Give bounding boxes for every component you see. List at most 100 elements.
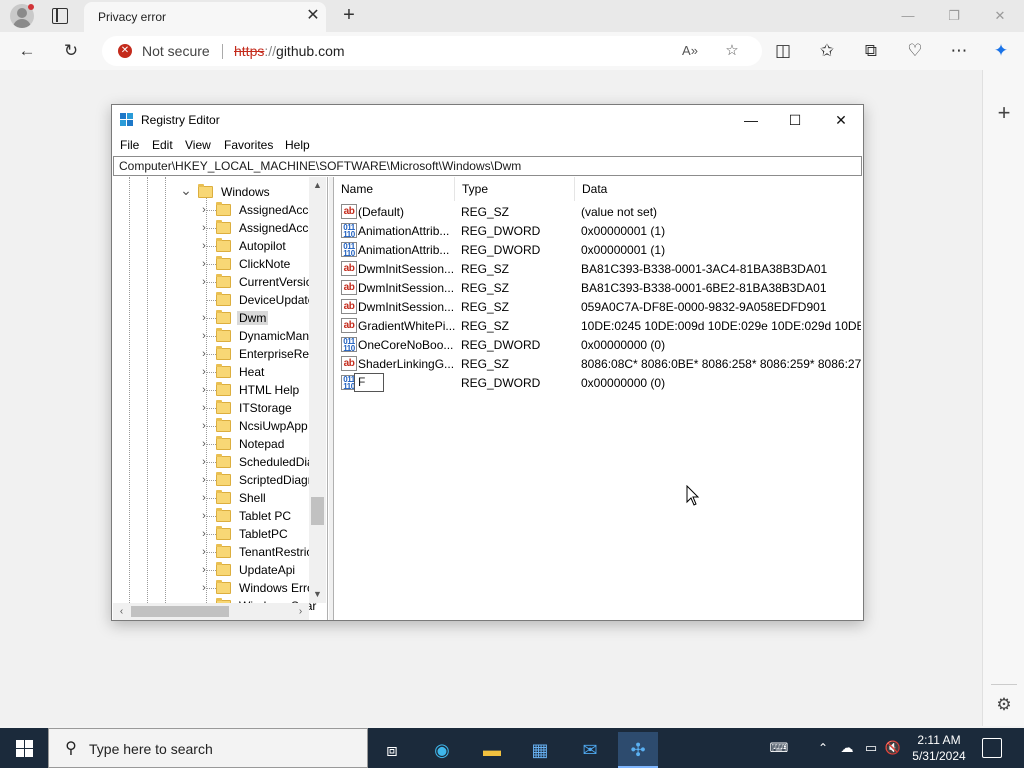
volume-muted-icon[interactable]: 🔇 xyxy=(884,738,902,758)
registry-address-bar[interactable]: Computer\HKEY_LOCAL_MACHINE\SOFTWARE\Mic… xyxy=(113,156,862,176)
rename-value-input[interactable]: F xyxy=(354,373,384,392)
chevron-right-icon[interactable]: › xyxy=(198,311,210,325)
keyboard-touch-icon[interactable]: ⌨ xyxy=(766,738,792,758)
registry-key-tree[interactable]: ⌄ Windows › AssignedAcce › AssignedAcce › Autop… xyxy=(113,177,328,620)
browser-essentials-icon[interactable]: ♡ xyxy=(904,40,926,62)
chevron-right-icon[interactable]: › xyxy=(198,383,210,397)
microsoft-store-icon[interactable]: ▦ xyxy=(520,732,560,768)
tree-vertical-scroll-thumb[interactable] xyxy=(311,497,324,525)
chevron-right-icon[interactable]: › xyxy=(198,527,210,541)
tree-node[interactable]: ⌄ Windows xyxy=(180,183,318,201)
chevron-right-icon[interactable]: › xyxy=(198,509,210,523)
split-screen-icon[interactable]: ◫ xyxy=(772,40,794,62)
chevron-right-icon[interactable]: › xyxy=(198,455,210,469)
chevron-right-icon[interactable]: › xyxy=(198,545,210,559)
chevron-right-icon[interactable]: › xyxy=(198,275,210,289)
table-row[interactable]: 011 110 AnimationAttrib... REG_DWORD 0x00000… xyxy=(334,240,863,259)
table-row[interactable]: 011 110 F REG_DWORD 0x00000000 (0) xyxy=(334,373,863,392)
sidebar-add-icon[interactable]: + xyxy=(993,102,1015,124)
value-type: REG_DWORD xyxy=(461,376,541,390)
file-explorer-icon[interactable]: ▬ xyxy=(472,732,512,768)
chevron-right-icon[interactable]: › xyxy=(198,401,210,415)
table-row[interactable]: ab ShaderLinkingG... REG_SZ 8086:08C* 8086:… xyxy=(334,354,863,373)
clock-date: 5/31/2024 xyxy=(912,749,966,763)
table-row[interactable]: ab (Default) REG_SZ (value not set) xyxy=(334,202,863,221)
column-header-data[interactable]: Data xyxy=(574,177,863,201)
restore-icon[interactable]: ❐ xyxy=(944,6,964,26)
chevron-right-icon[interactable]: › xyxy=(198,203,210,217)
tree-horizontal-scrollbar[interactable]: ‹ › xyxy=(113,603,309,620)
chevron-right-icon[interactable]: › xyxy=(198,473,210,487)
table-row[interactable]: ab GradientWhitePi... REG_SZ 10DE:0245 10DE… xyxy=(334,316,863,335)
collections-icon[interactable]: ⧉ xyxy=(860,40,882,62)
read-aloud-icon[interactable]: A» xyxy=(680,41,700,61)
column-header-type[interactable]: Type xyxy=(454,177,574,201)
value-name: DwmInitSession... xyxy=(358,281,455,295)
menu-file[interactable]: File xyxy=(120,138,139,152)
folder-icon xyxy=(216,220,231,234)
cloud-icon[interactable]: ☁ xyxy=(838,738,856,758)
chevron-right-icon[interactable]: › xyxy=(198,257,210,271)
notification-center-icon[interactable] xyxy=(982,738,1002,758)
chevron-right-icon[interactable]: › xyxy=(198,437,210,451)
favorite-star-icon[interactable]: ☆ xyxy=(722,41,742,61)
taskbar-clock[interactable]: 2:11 AM 5/31/2024 xyxy=(906,732,972,764)
scroll-up-arrow-icon[interactable]: ▲ xyxy=(309,177,326,194)
table-row[interactable]: ab DwmInitSession... REG_SZ BA81C393-B338-0… xyxy=(334,278,863,297)
regedit-minimize-icon[interactable]: — xyxy=(736,109,766,131)
menu-view[interactable]: View xyxy=(185,138,211,152)
folder-icon xyxy=(216,454,231,468)
tree-vertical-scrollbar[interactable]: ▲ ▼ xyxy=(309,177,326,603)
tab-actions-icon[interactable] xyxy=(52,8,68,24)
column-header-name[interactable]: Name xyxy=(334,177,454,201)
registry-editor-taskbar-icon[interactable]: ✣ xyxy=(618,732,658,768)
table-row[interactable]: 011 110 AnimationAttrib... REG_DWORD 0x00000… xyxy=(334,221,863,240)
more-menu-icon[interactable]: ⋯ xyxy=(948,40,970,62)
security-label[interactable]: Not secure xyxy=(142,43,210,59)
scroll-down-arrow-icon[interactable]: ▼ xyxy=(309,586,326,603)
sidebar-settings-gear-icon[interactable]: ⚙ xyxy=(993,694,1015,716)
edge-browser-icon[interactable]: ◉ xyxy=(422,732,462,768)
table-row[interactable]: ab DwmInitSession... REG_SZ 059A0C7A-DF8E-0… xyxy=(334,297,863,316)
favorites-icon[interactable]: ✩ xyxy=(816,40,838,62)
refresh-icon[interactable]: ↻ xyxy=(60,40,82,62)
chevron-down-icon[interactable]: ⌄ xyxy=(180,183,192,199)
regedit-close-icon[interactable]: ✕ xyxy=(826,109,856,131)
table-row[interactable]: ab DwmInitSession... REG_SZ BA81C393-B338-0… xyxy=(334,259,863,278)
address-bar[interactable]: ✕ Not secure https://github.com A» ☆ xyxy=(102,36,762,66)
chevron-right-icon[interactable]: › xyxy=(198,419,210,433)
close-icon[interactable]: ✕ xyxy=(990,6,1010,26)
chevron-right-icon[interactable]: › xyxy=(198,221,210,235)
mail-icon[interactable]: ✉ xyxy=(570,732,610,768)
chevron-right-icon[interactable]: › xyxy=(198,329,210,343)
network-icon[interactable]: ▭ xyxy=(862,738,880,758)
menu-help[interactable]: Help xyxy=(285,138,310,152)
menu-favorites[interactable]: Favorites xyxy=(224,138,273,152)
registry-editor-titlebar[interactable]: Registry Editor — ☐ ✕ xyxy=(112,105,863,135)
start-windows-icon[interactable] xyxy=(0,728,48,768)
tab-close-icon[interactable]: ✕ xyxy=(304,7,322,25)
regedit-maximize-icon[interactable]: ☐ xyxy=(780,109,810,131)
back-arrow-icon[interactable]: ← xyxy=(16,40,38,62)
registry-values-list[interactable]: Name Type Data ab (Default) REG_SZ (value n… xyxy=(333,177,863,620)
taskbar-search-box[interactable]: ⚲ Type here to search xyxy=(48,728,368,768)
chevron-right-icon[interactable]: › xyxy=(198,365,210,379)
browser-tab[interactable]: Privacy error ✕ xyxy=(84,2,326,32)
tree-horizontal-scroll-thumb[interactable] xyxy=(131,606,229,617)
scroll-right-arrow-icon[interactable]: › xyxy=(292,603,309,620)
new-tab-icon[interactable]: + xyxy=(338,5,360,27)
chevron-right-icon[interactable]: › xyxy=(198,239,210,253)
minimize-icon[interactable]: — xyxy=(898,6,918,26)
url-text[interactable]: https://github.com xyxy=(234,43,345,59)
folder-icon xyxy=(216,202,231,216)
copilot-icon[interactable]: ✦ xyxy=(990,40,1012,62)
show-hidden-icons-chevron-icon[interactable]: ⌃ xyxy=(816,738,830,758)
menu-edit[interactable]: Edit xyxy=(152,138,173,152)
task-view-icon[interactable]: ⧈ xyxy=(372,732,412,768)
chevron-right-icon[interactable]: › xyxy=(198,563,210,577)
scroll-left-arrow-icon[interactable]: ‹ xyxy=(113,603,130,620)
chevron-right-icon[interactable]: › xyxy=(198,347,210,361)
table-row[interactable]: 011 110 OneCoreNoBoo... REG_DWORD 0x00000000… xyxy=(334,335,863,354)
chevron-right-icon[interactable]: › xyxy=(198,491,210,505)
chevron-right-icon[interactable]: › xyxy=(198,581,210,595)
